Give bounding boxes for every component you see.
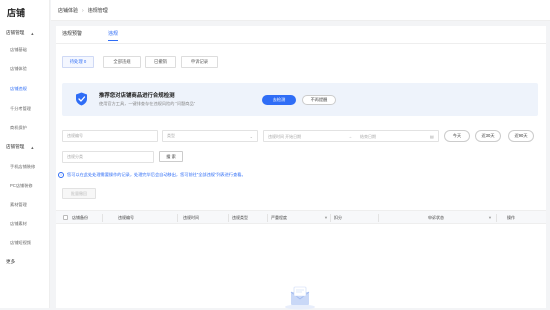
sidebar-group-store-decoration[interactable]: 店铺管理 ▲ [6,144,34,150]
sidebar: 店铺 店铺管理 ▲ 店铺基础 店铺体验 店铺违规 千分考管理 商机保护 店铺管理… [0,0,50,308]
info-icon: i [58,172,64,178]
sidebar-group-store-management[interactable]: 店铺管理 ▲ [6,30,34,36]
segment-revoked[interactable]: 已撤销 [145,56,176,68]
violation-category-input[interactable]: 违规分类 [62,151,154,163]
shield-check-icon [76,92,87,106]
violation-category-placeholder: 违规分类 [67,154,83,159]
chevron-up-icon: ▲ [30,144,35,150]
column-header: 扣分 [334,215,342,220]
column-divider [330,214,331,222]
sidebar-item-store-basics[interactable]: 店铺基础 [10,47,27,53]
range-today-button[interactable]: 今天 [444,130,470,142]
column-header: 店铺备份 [72,215,88,220]
top-bar: 店铺体验 › 违规管理 [51,0,550,21]
type-select[interactable]: 类型 ⌄ [162,130,258,142]
filter-icon[interactable]: ▼ [488,215,492,220]
info-notice: i 您可以在此处处理需要操作的记录，处理完毕后会自动移出，您可前往“全部违规”列… [58,172,246,178]
column-divider [228,214,229,222]
sidebar-item-business-protection[interactable]: 商机保护 [10,125,27,131]
segment-all-violations[interactable]: 全部违规 [103,56,141,68]
main-panel: 违规预警 违规 待处理 0 全部违规 已撤销 申诉记录 推荐您对店铺商品进行合规… [56,26,546,310]
column-divider [177,214,178,222]
banner-title: 推荐您对店铺商品进行合规检测 [99,93,175,99]
tab-violations[interactable]: 违规 [108,30,119,41]
column-header: 申诉状态 [428,215,444,220]
violation-id-placeholder: 违规编号 [67,133,83,138]
sidebar-item-store-experience[interactable]: 店铺体验 [10,66,27,72]
arrow-right-icon: → [348,134,352,139]
sidebar-more[interactable]: 更多 [6,259,15,265]
segment-pending[interactable]: 待处理 0 [62,56,94,68]
sidebar-item-pc-decoration[interactable]: PC店铺装修 [10,183,33,189]
violation-date-range[interactable]: 违规时间 开始日期 → 结束日期 ▤ [263,130,439,142]
sidebar-item-material-management[interactable]: 素材管理 [10,202,27,208]
column-divider [267,214,268,222]
sidebar-group-label: 店铺管理 [6,144,25,149]
column-divider [378,214,379,222]
range-30-days-button[interactable]: 近30天 [475,130,501,142]
search-button[interactable]: 搜 索 [159,151,183,162]
select-all-checkbox[interactable] [63,215,68,220]
sidebar-item-store-materials[interactable]: 店铺素材 [10,221,27,227]
breadcrumb-root[interactable]: 店铺体验 [58,7,78,14]
info-notice-text: 您可以在此处处理需要操作的记录，处理完毕后会自动移出，您可前往“全部违规”列表进… [67,172,246,177]
date-end-placeholder: 结束日期 [360,134,376,139]
sidebar-group-label: 店铺管理 [6,30,25,35]
sidebar-item-mobile-decoration[interactable]: 手机店铺装修 [10,164,35,170]
chevron-down-icon: ⌄ [249,134,253,139]
breadcrumb: 店铺体验 › 违规管理 [58,7,108,15]
sidebar-item-store-short-video[interactable]: 店铺短视频 [10,240,31,246]
column-header: 操作 [507,215,515,220]
calendar-icon: ▤ [430,134,434,139]
empty-state-illustration [285,286,315,310]
type-select-placeholder: 类型 [167,133,175,138]
breadcrumb-current: 违规管理 [87,8,108,14]
brand-title: 店铺 [7,8,26,18]
column-header: 违规编号 [118,215,134,220]
tab-violation-warning[interactable]: 违规预警 [62,30,82,41]
column-divider [102,214,103,222]
column-header: 严重程度 [271,215,287,220]
sidebar-item-store-violations[interactable]: 店铺违规 [10,86,27,92]
compliance-banner: 推荐您对店铺商品进行合规检测 使用官方工具，一键排查存在违规风险的 “问题商品”… [62,83,538,116]
filter-icon[interactable]: ▼ [324,215,328,220]
tab-divider [56,43,546,44]
column-header: 违规时间 [183,215,199,220]
date-start-placeholder: 违规时间 开始日期 [268,134,302,139]
column-header: 违规类型 [232,215,248,220]
range-90-days-button[interactable]: 近90天 [508,130,534,142]
dismiss-reminder-button[interactable]: 不再提醒 [302,95,336,105]
tabs: 违规预警 违规 [62,30,119,41]
detect-button[interactable]: 去检测 [262,95,296,105]
sidebar-item-qianfenkao[interactable]: 千分考管理 [10,106,31,112]
chevron-up-icon: ▲ [30,30,35,36]
batch-revoke-button[interactable]: 批量撤回 [62,188,96,199]
chevron-right-icon: › [82,7,84,14]
segment-appeal-records[interactable]: 申诉记录 [181,56,218,68]
table-header: 店铺备份 违规编号 违规时间 违规类型 严重程度 ▼ 扣分 申诉状态 ▼ 操作 [56,210,546,224]
banner-subtitle: 使用官方工具，一键排查存在违规风险的 “问题商品” [99,101,196,106]
violation-id-input[interactable]: 违规编号 [62,130,158,142]
column-divider [496,214,497,222]
